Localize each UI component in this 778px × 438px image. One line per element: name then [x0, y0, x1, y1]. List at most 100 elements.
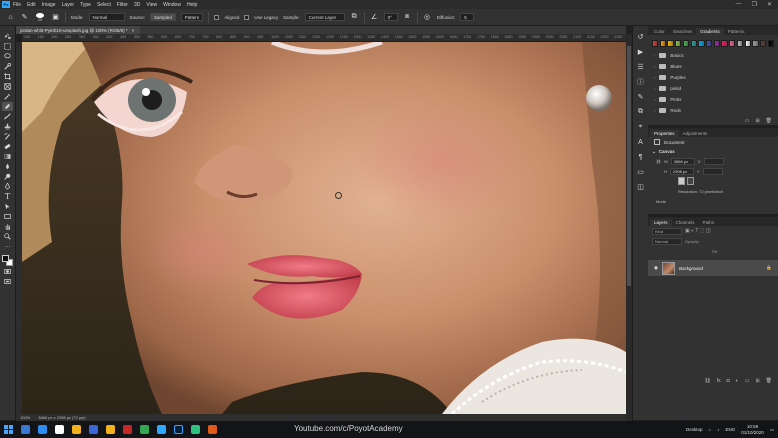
lock-icon[interactable]: 🔒: [766, 265, 772, 271]
menu-window[interactable]: Window: [163, 2, 181, 8]
desktop-label[interactable]: Desktop: [686, 427, 703, 432]
gradient-folder[interactable]: › pinkd: [648, 83, 778, 94]
close-window-button[interactable]: ✕: [767, 1, 772, 8]
clock[interactable]: 10:59 01/10/2020: [741, 424, 764, 436]
history-brush-tool-icon[interactable]: [2, 132, 13, 141]
tab-swatches[interactable]: Swatches: [669, 28, 697, 35]
history-icon[interactable]: ↺: [636, 32, 646, 42]
add-mask-icon[interactable]: ◘: [727, 378, 730, 384]
menu-edit[interactable]: Edit: [27, 2, 36, 8]
menu-filter[interactable]: Filter: [117, 2, 128, 8]
clone-source-icon[interactable]: ⧈: [403, 13, 412, 22]
path-selection-tool-icon[interactable]: [2, 202, 13, 211]
new-layer-icon[interactable]: ⊞: [755, 378, 759, 384]
file-explorer-icon[interactable]: [68, 421, 85, 438]
gradient-swatch[interactable]: [767, 40, 774, 47]
crop-tool-icon[interactable]: [2, 72, 13, 81]
gradient-swatch[interactable]: [675, 40, 682, 47]
gradient-swatch[interactable]: [652, 40, 659, 47]
mode-select[interactable]: Normal: [88, 13, 125, 21]
menu-select[interactable]: Select: [97, 2, 111, 8]
gradient-swatch[interactable]: [659, 40, 666, 47]
brush-settings-icon[interactable]: ▣: [51, 13, 60, 22]
menu-view[interactable]: View: [146, 2, 157, 8]
tab-paths[interactable]: Paths: [699, 219, 719, 226]
blur-tool-icon[interactable]: [2, 162, 13, 171]
gradient-folder[interactable]: › Purples: [648, 72, 778, 83]
document-canvas[interactable]: [22, 42, 626, 414]
source-sampled-button[interactable]: Sampled: [150, 13, 176, 21]
gradient-swatch[interactable]: [706, 40, 713, 47]
libraries-icon[interactable]: ☰: [636, 62, 646, 72]
tab-gradients[interactable]: Gradients: [696, 28, 724, 35]
menu-layer[interactable]: Layer: [62, 2, 75, 8]
ignore-adjustment-layers-icon[interactable]: ⧉: [350, 13, 359, 22]
pressure-size-icon[interactable]: ◎: [423, 13, 432, 22]
landscape-button[interactable]: [687, 177, 694, 185]
gradient-folder[interactable]: › Pinks: [648, 94, 778, 105]
gradient-swatch[interactable]: [752, 40, 759, 47]
maximize-button[interactable]: ❐: [752, 1, 757, 8]
gradient-swatch[interactable]: [667, 40, 674, 47]
brush-preset-picker[interactable]: 25: [34, 12, 46, 22]
brush-settings-icon[interactable]: ✎: [636, 92, 646, 102]
angle-field[interactable]: 0°: [383, 13, 398, 21]
tab-color[interactable]: Color: [650, 28, 669, 35]
language-indicator[interactable]: ENG: [725, 427, 735, 432]
link-icon[interactable]: ⛓: [656, 159, 661, 164]
gradient-swatch[interactable]: [760, 40, 767, 47]
minimize-button[interactable]: —: [736, 1, 742, 8]
store-icon[interactable]: [85, 421, 102, 438]
canvas-width-field[interactable]: 3666 px: [670, 157, 695, 165]
gradient-swatch[interactable]: [729, 40, 736, 47]
new-group-icon[interactable]: ▭: [745, 118, 750, 124]
healing-brush-tool-icon[interactable]: [2, 102, 13, 111]
aligned-checkbox[interactable]: [214, 14, 220, 20]
camtasia-icon[interactable]: [204, 421, 221, 438]
eyedropper-tool-icon[interactable]: [2, 92, 13, 101]
canvas-x-field[interactable]: [703, 157, 724, 165]
use-legacy-checkbox[interactable]: [244, 14, 250, 20]
color-swatches[interactable]: [2, 255, 13, 266]
tab-channels[interactable]: Channels: [672, 219, 699, 226]
eye-icon[interactable]: ◉: [654, 265, 658, 271]
notifications-icon[interactable]: ▭: [770, 427, 774, 433]
tab-layers[interactable]: Layers: [650, 219, 672, 226]
search-icon[interactable]: [17, 421, 34, 438]
gradient-swatch[interactable]: [690, 40, 697, 47]
adjustment-layer-icon[interactable]: ◐: [736, 378, 739, 384]
task-view-icon[interactable]: [34, 421, 51, 438]
brush-tool-icon[interactable]: [2, 112, 13, 121]
gradient-swatch[interactable]: [698, 40, 705, 47]
frame-tool-icon[interactable]: [2, 82, 13, 91]
windows-start-icon[interactable]: [0, 421, 17, 438]
tab-patterns[interactable]: Patterns: [724, 28, 749, 35]
source-pattern-button[interactable]: Pattern: [180, 13, 204, 21]
clone-source-icon[interactable]: ⧉: [636, 107, 646, 117]
blend-mode-select[interactable]: Normal: [652, 237, 682, 245]
gradient-swatch[interactable]: [713, 40, 720, 47]
menu-file[interactable]: File: [13, 2, 21, 8]
layer-background[interactable]: ◉ Background 🔒: [648, 260, 778, 276]
menu-help[interactable]: Help: [187, 2, 197, 8]
new-gradient-icon[interactable]: ⊞: [755, 118, 759, 124]
hand-tool-icon[interactable]: [2, 222, 13, 231]
type-tool-icon[interactable]: T: [2, 192, 13, 201]
gradient-swatch[interactable]: [721, 40, 728, 47]
canvas-y-field[interactable]: [702, 167, 723, 175]
paragraph-icon[interactable]: ¶: [636, 152, 646, 162]
marquee-tool-icon[interactable]: [2, 42, 13, 51]
new-group-icon[interactable]: ▭: [745, 378, 750, 384]
filter-icons[interactable]: ▣ ◐ T ⬚ ◫: [685, 228, 711, 234]
pen-tool-icon[interactable]: [2, 182, 13, 191]
chrome-icon[interactable]: [153, 421, 170, 438]
layer-kind-select[interactable]: Kind: [652, 227, 682, 235]
gradient-swatch[interactable]: [682, 40, 690, 47]
portrait-button[interactable]: [678, 177, 685, 185]
lasso-tool-icon[interactable]: [2, 52, 13, 61]
notes-icon[interactable]: ▭: [636, 167, 646, 177]
quick-mask-icon[interactable]: [2, 267, 13, 276]
gradient-swatch[interactable]: [736, 40, 744, 47]
photoshop-icon[interactable]: [170, 421, 187, 438]
foreground-color[interactable]: [2, 255, 9, 262]
